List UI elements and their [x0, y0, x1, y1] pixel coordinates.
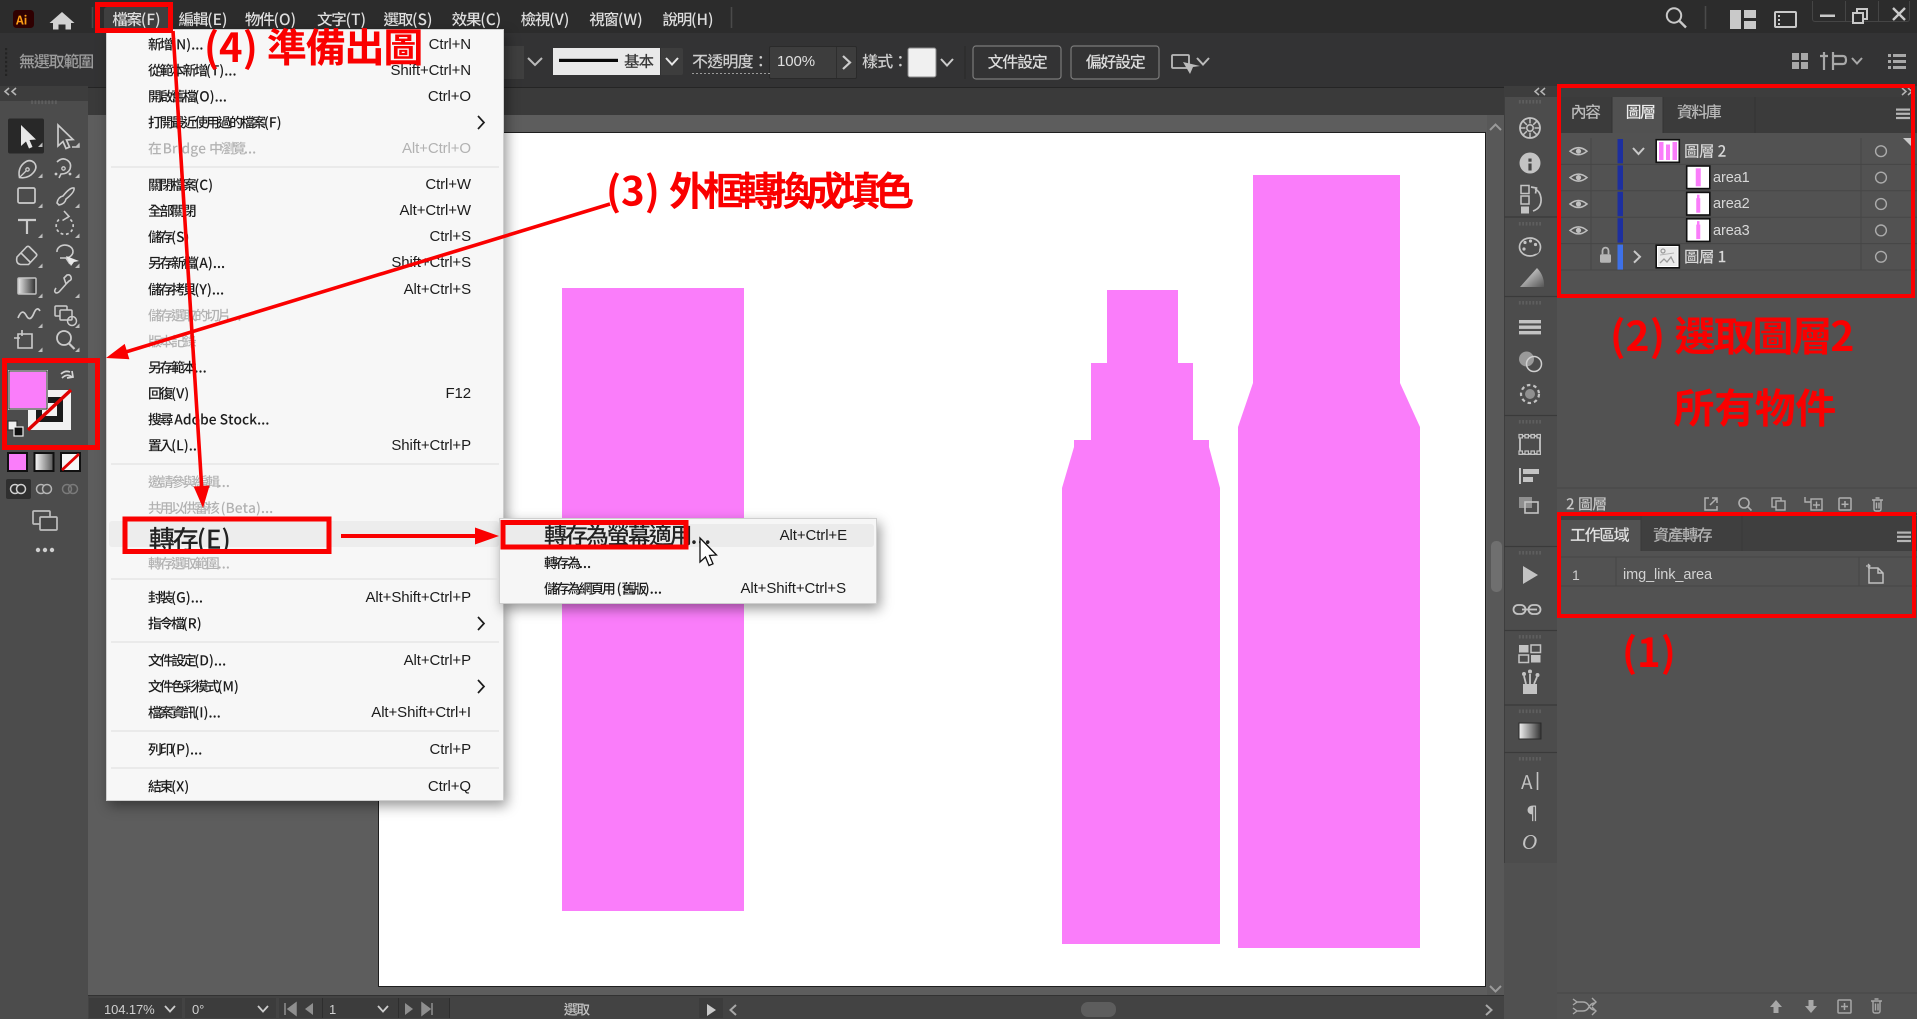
svg-text:O: O	[1522, 830, 1537, 854]
